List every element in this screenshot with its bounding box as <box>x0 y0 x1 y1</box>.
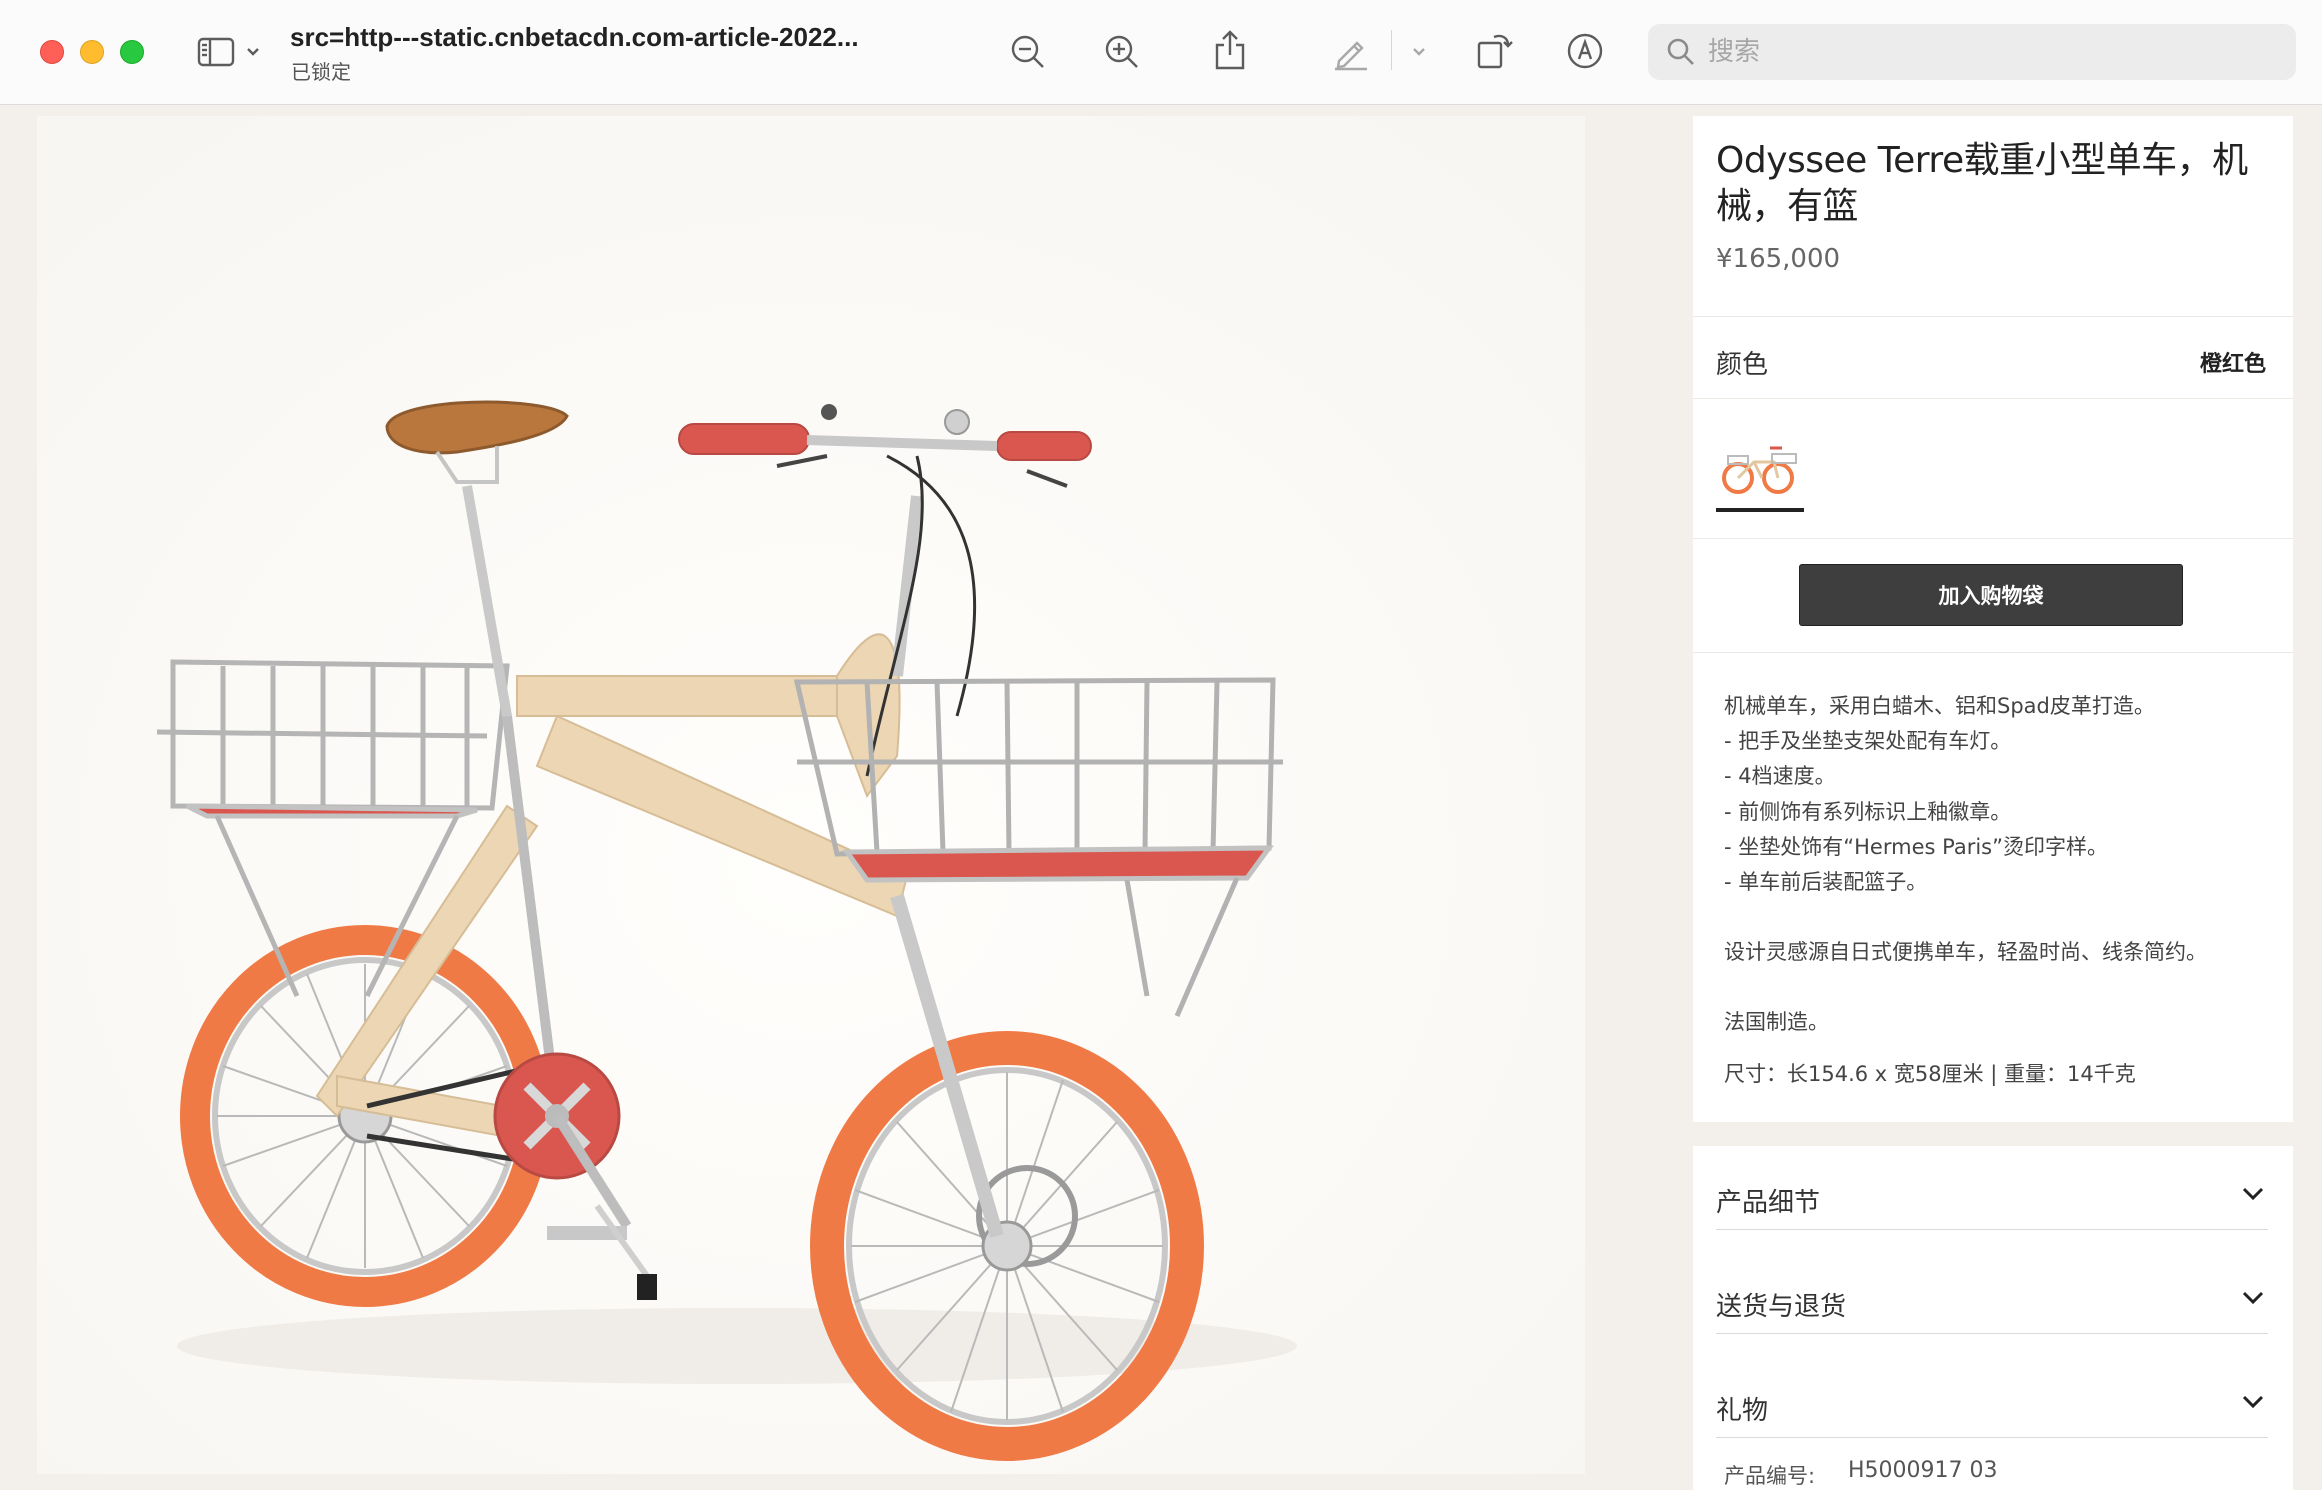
description-line: 设计灵感源自日式便携单车，轻盈时尚、线条简约。 <box>1724 940 2207 964</box>
product-image <box>37 116 1585 1474</box>
description-line: - 单车前后装配篮子。 <box>1724 870 1928 894</box>
chevron-down-icon <box>2240 1184 2266 1208</box>
description-line: - 前侧饰有系列标识上釉徽章。 <box>1724 800 2012 824</box>
accordion-delivery-returns[interactable]: 送货与退货 <box>1716 1284 2268 1334</box>
accordion-label: 礼物 <box>1716 1396 1769 1426</box>
annotate-icon[interactable] <box>1564 30 1606 72</box>
window-toolbar: src=http---static.cnbetacdn.com-article-… <box>0 0 2322 105</box>
toolbar-divider <box>1391 30 1392 70</box>
dimensions-text: 尺寸：长154.6 x 宽58厘米 | 重量：14千克 <box>1724 1062 2136 1086</box>
color-value: 橙红色 <box>2200 352 2267 377</box>
description-line: - 把手及坐垫支架处配有车灯。 <box>1724 729 2012 753</box>
divider <box>1693 398 2293 399</box>
bicycle-thumbnail-icon <box>1722 446 1797 494</box>
chevron-down-icon[interactable] <box>1410 42 1428 62</box>
add-to-bag-button[interactable]: 加入购物袋 <box>1799 564 2183 626</box>
minimize-window-button[interactable] <box>80 40 104 64</box>
markup-pen-icon[interactable] <box>1330 30 1372 72</box>
share-icon[interactable] <box>1210 28 1250 72</box>
chevron-down-icon <box>2240 1288 2266 1312</box>
chevron-down-icon[interactable] <box>244 42 262 62</box>
document-lock-status: 已锁定 <box>291 60 351 84</box>
front-wheel <box>810 1031 1204 1461</box>
color-label: 颜色 <box>1716 350 1769 380</box>
rotate-icon[interactable] <box>1474 28 1514 72</box>
sku-value: H5000917 03 <box>1848 1458 1998 1483</box>
product-price: ¥165,000 <box>1716 244 1841 274</box>
document-title: src=http---static.cnbetacdn.com-article-… <box>290 22 859 52</box>
sidebar-icon[interactable] <box>196 34 236 70</box>
search-icon <box>1667 38 1694 65</box>
product-title: Odyssee Terre载重小型单车，机械，有篮 <box>1716 140 2248 227</box>
bicycle-illustration <box>37 116 1585 1474</box>
color-swatch-thumbnail[interactable] <box>1716 438 1804 512</box>
zoom-out-icon[interactable] <box>1008 32 1048 72</box>
description-line: - 坐垫处饰有“Hermes Paris”烫印字样。 <box>1724 835 2108 859</box>
description-line: 法国制造。 <box>1724 1010 1829 1034</box>
divider <box>1693 316 2293 317</box>
zoom-in-icon[interactable] <box>1102 32 1142 72</box>
divider <box>1693 652 2293 653</box>
sku-label: 产品编号: <box>1724 1464 1816 1488</box>
chevron-down-icon <box>2240 1392 2266 1416</box>
search-field[interactable] <box>1648 24 2296 80</box>
description-line: - 4档速度。 <box>1724 764 1836 788</box>
accordion-product-details[interactable]: 产品细节 <box>1716 1180 2268 1230</box>
search-input[interactable] <box>1706 36 2270 68</box>
accordion-label: 送货与退货 <box>1716 1292 1847 1322</box>
divider <box>1693 538 2293 539</box>
description-line: 机械单车，采用白蜡木、铝和Spad皮革打造。 <box>1724 694 2155 718</box>
zoom-window-button[interactable] <box>120 40 144 64</box>
accordion-gift[interactable]: 礼物 <box>1716 1388 2268 1438</box>
accordion-label: 产品细节 <box>1716 1188 1821 1218</box>
close-window-button[interactable] <box>40 40 64 64</box>
